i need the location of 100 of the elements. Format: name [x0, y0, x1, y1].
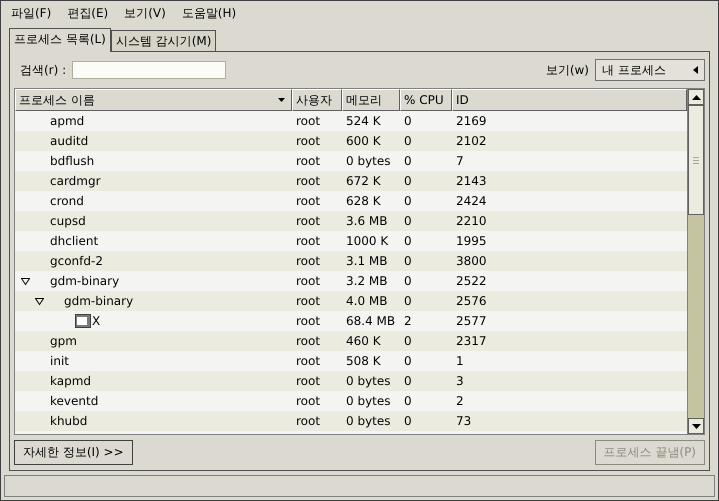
cpu-cell: 0	[404, 174, 412, 188]
column-header[interactable]: ID	[452, 89, 687, 111]
memory-cell: 628 K	[346, 194, 381, 208]
id-cell: 2424	[456, 194, 487, 208]
process-name: gdm-binary	[64, 294, 134, 308]
memory-cell: 524 K	[346, 114, 381, 128]
caret-icon	[693, 66, 698, 74]
menu-item[interactable]: 편집(E)	[67, 4, 108, 22]
process-name: keventd	[50, 394, 98, 408]
user-cell: root	[296, 414, 320, 428]
memory-cell: 3.6 MB	[346, 214, 388, 228]
cpu-cell: 0	[404, 294, 412, 308]
memory-cell: 4.0 MB	[346, 294, 388, 308]
process-name: kapmd	[50, 374, 92, 388]
column-header[interactable]: 프로세스 이름	[15, 89, 292, 111]
tab[interactable]: 프로세스 목록(L)	[9, 28, 111, 52]
cpu-cell: 0	[404, 254, 412, 268]
cpu-cell: 2	[404, 314, 412, 328]
process-name: dhclient	[50, 234, 98, 248]
memory-cell: 600 K	[346, 134, 381, 148]
id-cell: 2522	[456, 274, 487, 288]
cpu-cell: 0	[404, 274, 412, 288]
id-cell: 2169	[456, 114, 487, 128]
memory-cell: 1000 K	[346, 234, 388, 248]
tab[interactable]: 시스템 감시기(M)	[110, 30, 216, 51]
process-name: cupsd	[50, 214, 86, 228]
cpu-cell: 0	[404, 354, 412, 368]
process-name: X	[92, 314, 100, 328]
cpu-cell: 0	[404, 394, 412, 408]
process-name: gconfd-2	[50, 254, 103, 268]
window-icon	[75, 314, 91, 328]
view-label: 보기(w)	[546, 62, 589, 78]
process-name: apmd	[50, 114, 84, 128]
id-cell: 2576	[456, 294, 487, 308]
id-cell: 3	[456, 374, 464, 388]
up-arrow-icon[interactable]	[692, 94, 700, 100]
memory-cell: 0 bytes	[346, 374, 391, 388]
user-cell: root	[296, 234, 320, 248]
user-cell: root	[296, 294, 320, 308]
id-cell: 73	[456, 414, 472, 428]
cpu-cell: 0	[404, 214, 412, 228]
expander-icon[interactable]	[21, 276, 30, 286]
user-cell: root	[296, 214, 320, 228]
menu-item[interactable]: 도움말(H)	[182, 4, 236, 22]
user-cell: root	[296, 154, 320, 168]
cpu-cell: 0	[404, 374, 412, 388]
cpu-cell: 0	[404, 134, 412, 148]
process-name: bdflush	[50, 154, 94, 168]
memory-cell: 460 K	[346, 334, 381, 348]
id-cell: 1995	[456, 234, 487, 248]
memory-cell: 3.1 MB	[346, 254, 388, 268]
menu-item[interactable]: 파일(F)	[11, 4, 52, 22]
cpu-cell: 0	[404, 154, 412, 168]
memory-cell: 0 bytes	[346, 154, 391, 168]
user-cell: root	[296, 194, 320, 208]
process-name: gpm	[50, 334, 77, 348]
expander-icon[interactable]	[35, 296, 44, 306]
process-name: gdm-binary	[50, 274, 120, 288]
memory-cell: 0 bytes	[346, 414, 391, 428]
cpu-cell: 0	[404, 414, 412, 428]
user-cell: root	[296, 274, 320, 288]
user-cell: root	[296, 314, 320, 328]
menu-item[interactable]: 보기(V)	[124, 4, 166, 22]
user-cell: root	[296, 394, 320, 408]
user-cell: root	[296, 114, 320, 128]
cpu-cell: 0	[404, 194, 412, 208]
id-cell: 2102	[456, 134, 487, 148]
id-cell: 7	[456, 154, 464, 168]
column-header[interactable]: 사용자	[292, 89, 342, 111]
memory-cell: 0 bytes	[346, 394, 391, 408]
process-name: khubd	[50, 414, 88, 428]
id-cell: 2143	[456, 174, 487, 188]
user-cell: root	[296, 374, 320, 388]
id-cell: 2	[456, 394, 464, 408]
id-cell: 2210	[456, 214, 487, 228]
memory-cell: 672 K	[346, 174, 381, 188]
view-dropdown[interactable]: 내 프로세스	[595, 59, 705, 81]
id-cell: 1	[456, 354, 464, 368]
cpu-cell: 0	[404, 334, 412, 348]
memory-cell: 508 K	[346, 354, 381, 368]
sort-icon	[278, 98, 285, 102]
column-header[interactable]: 메모리	[342, 89, 400, 111]
details-button[interactable]: 자세한 정보(I) >>	[14, 440, 133, 465]
user-cell: root	[296, 174, 320, 188]
search-field[interactable]	[72, 61, 226, 79]
cpu-cell: 0	[404, 114, 412, 128]
process-name: crond	[50, 194, 84, 208]
search-label: 검색(r) :	[20, 62, 66, 78]
column-header[interactable]: % CPU	[400, 89, 452, 111]
memory-cell: 68.4 MB	[346, 314, 396, 328]
id-cell: 2317	[456, 334, 487, 348]
id-cell: 3800	[456, 254, 487, 268]
process-name: cardmgr	[50, 174, 101, 188]
scrollbar[interactable]	[687, 89, 704, 434]
cpu-cell: 0	[404, 234, 412, 248]
id-cell: 2577	[456, 314, 487, 328]
down-arrow-icon[interactable]	[692, 424, 700, 428]
process-name: init	[50, 354, 69, 368]
user-cell: root	[296, 134, 320, 148]
process-name: auditd	[50, 134, 88, 148]
